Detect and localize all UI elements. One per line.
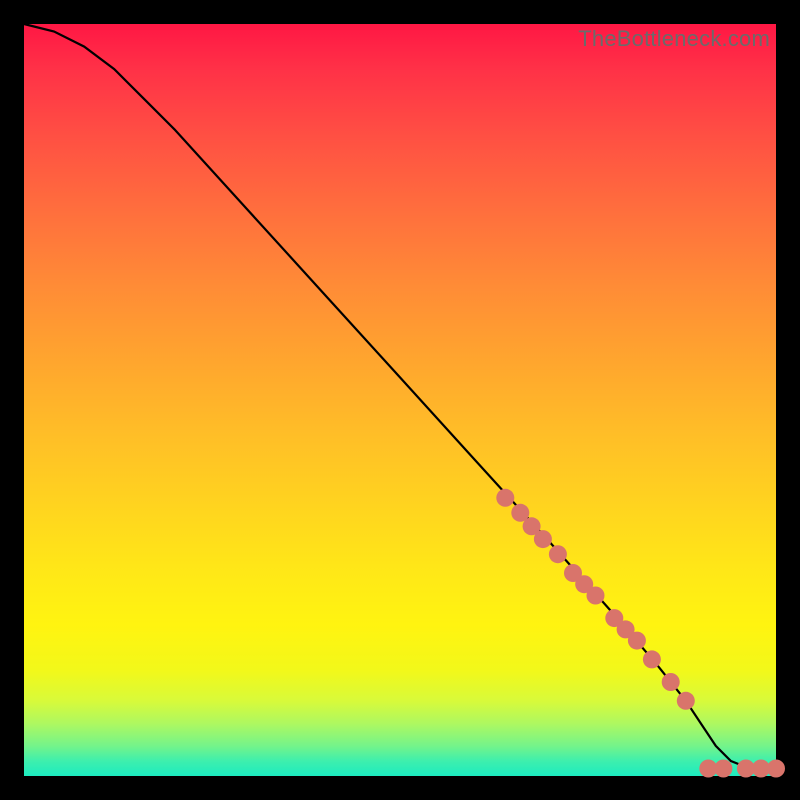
curve-marker <box>549 545 567 563</box>
curve-markers <box>496 489 785 778</box>
curve-marker <box>628 632 646 650</box>
curve-marker <box>534 530 552 548</box>
curve-marker <box>662 673 680 691</box>
chart-svg <box>24 24 776 776</box>
curve-marker <box>643 650 661 668</box>
curve-marker <box>587 587 605 605</box>
curve-marker <box>767 760 785 778</box>
curve-marker <box>714 760 732 778</box>
curve-marker <box>677 692 695 710</box>
chart-frame: TheBottleneck.com <box>24 24 776 776</box>
bottleneck-curve <box>24 24 776 769</box>
curve-marker <box>496 489 514 507</box>
